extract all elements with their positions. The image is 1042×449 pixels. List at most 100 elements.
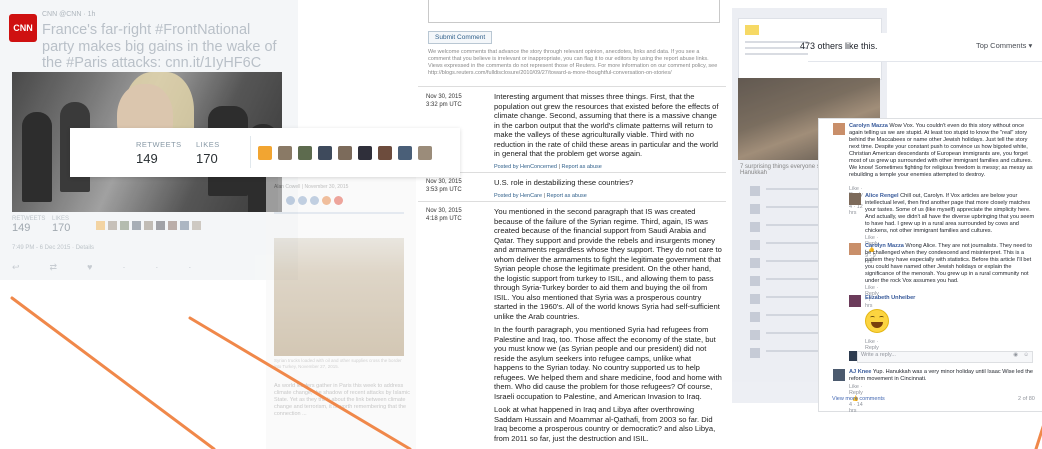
comment-paragraph: In the fourth paragraph, you mentioned S… xyxy=(494,325,722,401)
reuters-article: Alan Cowell | November 30, 2015 Syrian t… xyxy=(266,176,416,449)
liker-avatar[interactable] xyxy=(378,146,392,160)
retweet-icon[interactable]: ⇄ xyxy=(50,262,88,272)
avatar xyxy=(750,222,760,232)
liker-avatar[interactable] xyxy=(418,146,432,160)
liker-avatar[interactable] xyxy=(338,146,352,160)
avatar xyxy=(750,294,760,304)
tweet-timestamp[interactable]: 7:49 PM - 6 Dec 2015 · Details xyxy=(12,245,94,251)
retweets-count[interactable]: 149 xyxy=(136,151,158,166)
liker-avatar[interactable] xyxy=(108,221,117,230)
likes-count[interactable]: 473 others like this. xyxy=(800,41,878,51)
tweet-handle[interactable]: CNN @CNN · 1h xyxy=(42,11,95,18)
article-photo[interactable] xyxy=(274,238,404,356)
photo-person-left xyxy=(22,112,52,202)
comment-date: Nov 30, 2015 4:18 pm UTC xyxy=(426,208,462,222)
comment-text: Wow Vox. You couldn't even do this story… xyxy=(849,123,1033,178)
avatar xyxy=(750,204,760,214)
tweet-stats-bar: RETWEETS 149 LIKES 170 xyxy=(70,128,460,177)
liker-avatar[interactable] xyxy=(144,221,153,230)
commenter-name[interactable]: Carolyn Mazza xyxy=(865,243,904,249)
like-icon[interactable]: ♥ xyxy=(87,262,122,272)
facebook-footer: View more comments 2 of 80 xyxy=(732,396,1042,408)
comment-paragraph: Interesting argument that misses three t… xyxy=(494,92,719,158)
share-icon[interactable] xyxy=(298,196,307,205)
comment-body: Interesting argument that misses three t… xyxy=(494,92,722,172)
avatar[interactable] xyxy=(849,193,861,205)
liker-avatar[interactable] xyxy=(192,221,201,230)
tweet-liker-avatars-small xyxy=(96,221,201,230)
commenter-name[interactable]: Alice Rengel xyxy=(865,193,899,199)
facebook-comments-header: 473 others like this. Top Comments ▾ xyxy=(800,33,1042,62)
laughing-sticker-icon xyxy=(865,309,889,333)
reply-icon[interactable]: ↩ xyxy=(12,262,50,272)
more-icon[interactable]: ··· xyxy=(122,262,221,272)
camera-icon[interactable]: ◉ xyxy=(1013,352,1018,358)
likes-count[interactable]: 170 xyxy=(196,151,218,166)
submit-comment-button[interactable]: Submit Comment xyxy=(428,31,493,44)
share-icon[interactable] xyxy=(310,196,319,205)
tweet-actions: ↩⇄♥··· xyxy=(12,262,221,273)
liker-avatar[interactable] xyxy=(298,146,312,160)
comment-paragraph: You mentioned in the second paragraph th… xyxy=(494,207,722,321)
avatar xyxy=(750,258,760,268)
comment-text: Chill out, Carolyn. If Vox articles are … xyxy=(865,193,1035,234)
liker-avatar[interactable] xyxy=(132,221,141,230)
photo-caption: Syrian trucks loaded with oil and other … xyxy=(274,358,402,369)
comment-body: U.S. role in destabilizing these countri… xyxy=(494,178,722,201)
divider xyxy=(418,201,726,202)
reply-input[interactable]: Write a reply... ◉ ☺ xyxy=(857,351,1033,363)
avatar xyxy=(750,186,760,196)
avatar xyxy=(750,240,760,250)
liker-avatar[interactable] xyxy=(168,221,177,230)
commenter-name[interactable]: Elizabeth Unheiber xyxy=(865,295,915,301)
liker-avatar[interactable] xyxy=(156,221,165,230)
section-links[interactable] xyxy=(274,212,404,214)
comments-section: Submit Comment We welcome comments that … xyxy=(418,0,726,449)
comment-date: Nov 30, 2015 3:32 pm UTC xyxy=(426,94,462,108)
likes-label: LIKES xyxy=(196,140,220,149)
annotation-line xyxy=(10,296,216,449)
share-icon[interactable] xyxy=(286,196,295,205)
comment-text: Yup. Hanukkah was a very minor holiday u… xyxy=(849,369,1033,382)
sort-dropdown[interactable]: Top Comments ▾ xyxy=(976,41,1032,50)
avatar xyxy=(750,330,760,340)
comment-paragraph: Look at what happened in Iraq and Libya … xyxy=(494,405,716,443)
comment-pager: 2 of 80 xyxy=(1018,396,1035,402)
view-more-comments-link[interactable]: View more comments xyxy=(832,396,885,402)
report-abuse-link[interactable]: Report as abuse xyxy=(561,164,601,170)
liker-avatar[interactable] xyxy=(278,146,292,160)
liker-avatar[interactable] xyxy=(180,221,189,230)
divider xyxy=(418,86,726,87)
avatar[interactable] xyxy=(849,295,861,307)
divider xyxy=(418,172,726,173)
liker-avatar[interactable] xyxy=(120,221,129,230)
commenter-name[interactable]: AJ Knee xyxy=(849,369,871,375)
cnn-avatar[interactable]: CNN xyxy=(9,14,37,42)
tweet-text: France's far-right #FrontNational party … xyxy=(42,22,277,71)
report-abuse-link[interactable]: Report as abuse xyxy=(547,193,587,199)
liker-avatar[interactable] xyxy=(318,146,332,160)
comment-poster: Posted by HenConcerned | Report as abuse xyxy=(494,163,602,170)
avatar xyxy=(750,276,760,286)
comment-policy: We welcome comments that advance the sto… xyxy=(428,49,718,76)
avatar xyxy=(750,348,760,358)
liker-avatar[interactable] xyxy=(358,146,372,160)
liker-avatar[interactable] xyxy=(258,146,272,160)
comment-text: Wrong Alice. They are not journalists. T… xyxy=(865,243,1032,284)
share-icon[interactable] xyxy=(322,196,331,205)
liker-avatar[interactable] xyxy=(96,221,105,230)
share-icon[interactable] xyxy=(334,196,343,205)
retweets-stat[interactable]: RETWEETS 149 xyxy=(12,216,45,234)
comment-poster: Posted by HenCare | Report as abuse xyxy=(494,192,587,199)
avatar[interactable] xyxy=(833,123,845,135)
commenter-name[interactable]: Carolyn Mazza xyxy=(849,123,888,129)
avatar[interactable] xyxy=(833,369,845,381)
comment-body: You mentioned in the second paragraph th… xyxy=(494,207,722,447)
liker-avatar[interactable] xyxy=(398,146,412,160)
divider xyxy=(250,136,251,168)
emoji-icon[interactable]: ☺ xyxy=(1023,352,1029,358)
comment-textarea[interactable] xyxy=(428,0,720,23)
comment-date: Nov 30, 2015 3:53 pm UTC xyxy=(426,179,462,193)
avatar[interactable] xyxy=(849,243,861,255)
likes-stat[interactable]: LIKES 170 xyxy=(52,216,70,234)
